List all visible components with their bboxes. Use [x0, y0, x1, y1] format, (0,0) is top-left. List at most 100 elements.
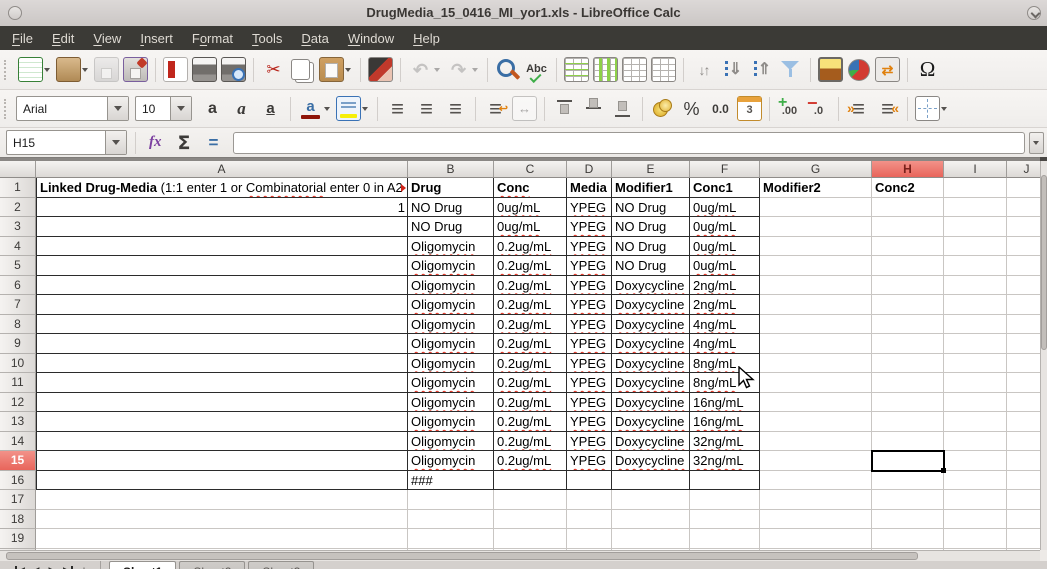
- cell-B18[interactable]: [408, 510, 494, 530]
- cell-D14[interactable]: YPEG: [567, 432, 612, 452]
- wrap-text-icon[interactable]: ≡↩: [482, 95, 509, 122]
- cell-J4[interactable]: [1007, 237, 1040, 257]
- row-header-6[interactable]: 6: [0, 276, 36, 296]
- cell-A1[interactable]: Linked Drug-Media (1:1 enter 1 or Combin…: [36, 178, 408, 198]
- cell-I19[interactable]: [944, 529, 1007, 549]
- cell-J2[interactable]: [1007, 198, 1040, 218]
- cell-C6[interactable]: 0.2ug/mL: [494, 276, 567, 296]
- cell-B9[interactable]: Oligomycin: [408, 334, 494, 354]
- currency-icon[interactable]: [649, 95, 676, 122]
- cell-F16[interactable]: [690, 471, 760, 491]
- cell-H9[interactable]: [872, 334, 944, 354]
- cell-C14[interactable]: 0.2ug/mL: [494, 432, 567, 452]
- cell-H8[interactable]: [872, 315, 944, 335]
- add-decimal-icon[interactable]: .00+: [776, 95, 803, 122]
- row-header-10[interactable]: 10: [0, 354, 36, 374]
- cell-E8[interactable]: Doxycycline: [612, 315, 690, 335]
- row-header-7[interactable]: 7: [0, 295, 36, 315]
- cell-H3[interactable]: [872, 217, 944, 237]
- cell-E2[interactable]: NO Drug: [612, 198, 690, 218]
- cell-A18[interactable]: [36, 510, 408, 530]
- cell-G14[interactable]: [760, 432, 872, 452]
- chart-icon[interactable]: [846, 57, 872, 83]
- menu-window[interactable]: Window: [348, 31, 394, 46]
- cell-F12[interactable]: 16ng/mL: [690, 393, 760, 413]
- row-header-14[interactable]: 14: [0, 432, 36, 452]
- cell-F5[interactable]: 0ug/mL: [690, 256, 760, 276]
- print-icon[interactable]: [191, 56, 218, 83]
- column-header-J[interactable]: J: [1007, 161, 1040, 178]
- cell-J12[interactable]: [1007, 393, 1040, 413]
- cell-E10[interactable]: Doxycycline: [612, 354, 690, 374]
- cell-F19[interactable]: [690, 529, 760, 549]
- formula-icon[interactable]: =: [199, 133, 227, 153]
- row-header-3[interactable]: 3: [0, 217, 36, 237]
- chevron-down-icon[interactable]: [170, 97, 191, 120]
- cell-H5[interactable]: [872, 256, 944, 276]
- cell-A2[interactable]: 1: [36, 198, 408, 218]
- cell-I8[interactable]: [944, 315, 1007, 335]
- cell-D17[interactable]: [567, 490, 612, 510]
- vertical-scrollbar-thumb[interactable]: [1041, 175, 1047, 350]
- column-header-I[interactable]: I: [944, 161, 1007, 178]
- cell-I15[interactable]: [944, 451, 1007, 471]
- align-bottom-icon[interactable]: [609, 95, 636, 122]
- cell-E7[interactable]: Doxycycline: [612, 295, 690, 315]
- cell-J17[interactable]: [1007, 490, 1040, 510]
- chevron-down-icon[interactable]: [433, 57, 442, 82]
- formula-input[interactable]: [233, 132, 1025, 154]
- menu-tools[interactable]: Tools: [252, 31, 282, 46]
- cell-D13[interactable]: YPEG: [567, 412, 612, 432]
- sheet-tab-sheet3[interactable]: Sheet3: [248, 561, 314, 569]
- row-header-9[interactable]: 9: [0, 334, 36, 354]
- cell-I4[interactable]: [944, 237, 1007, 257]
- spelling-icon[interactable]: Abc: [523, 56, 550, 83]
- row-header-4[interactable]: 4: [0, 237, 36, 257]
- cell-D1[interactable]: Media: [567, 178, 612, 198]
- cell-E5[interactable]: NO Drug: [612, 256, 690, 276]
- cell-I16[interactable]: [944, 471, 1007, 491]
- menu-format[interactable]: Format: [192, 31, 233, 46]
- cell-F1[interactable]: Conc1: [690, 178, 760, 198]
- save-as-icon[interactable]: [122, 56, 149, 83]
- cell-D10[interactable]: YPEG: [567, 354, 612, 374]
- cell-B2[interactable]: NO Drug: [408, 198, 494, 218]
- chevron-down-icon[interactable]: [105, 131, 126, 154]
- cell-D5[interactable]: YPEG: [567, 256, 612, 276]
- cell-B1[interactable]: Drug: [408, 178, 494, 198]
- cell-D7[interactable]: YPEG: [567, 295, 612, 315]
- cell-B3[interactable]: NO Drug: [408, 217, 494, 237]
- cell-H18[interactable]: [872, 510, 944, 530]
- cell-B11[interactable]: Oligomycin: [408, 373, 494, 393]
- cell-E17[interactable]: [612, 490, 690, 510]
- menu-view[interactable]: View: [93, 31, 121, 46]
- cell-A11[interactable]: [36, 373, 408, 393]
- cell-C17[interactable]: [494, 490, 567, 510]
- increase-indent-icon[interactable]: ≡»: [845, 95, 872, 122]
- sort-descending-icon[interactable]: ⇑: [748, 56, 775, 83]
- cell-F13[interactable]: 16ng/mL: [690, 412, 760, 432]
- cell-B8[interactable]: Oligomycin: [408, 315, 494, 335]
- cell-J14[interactable]: [1007, 432, 1040, 452]
- cell-C2[interactable]: 0ug/mL: [494, 198, 567, 218]
- cell-B15[interactable]: Oligomycin: [408, 451, 494, 471]
- cell-C4[interactable]: 0.2ug/mL: [494, 237, 567, 257]
- align-center-vertical-icon[interactable]: [580, 95, 607, 122]
- cell-C11[interactable]: 0.2ug/mL: [494, 373, 567, 393]
- cell-H2[interactable]: [872, 198, 944, 218]
- cell-D19[interactable]: [567, 529, 612, 549]
- row-header-1[interactable]: 1: [0, 178, 36, 198]
- cell-G16[interactable]: [760, 471, 872, 491]
- cell-I3[interactable]: [944, 217, 1007, 237]
- font-color-icon[interactable]: a: [297, 95, 333, 122]
- row-header-18[interactable]: 18: [0, 510, 36, 530]
- cell-H19[interactable]: [872, 529, 944, 549]
- sum-icon[interactable]: Σ: [169, 132, 200, 154]
- align-left-icon[interactable]: ≡: [384, 95, 411, 122]
- chevron-down-icon[interactable]: [361, 96, 370, 121]
- cell-E6[interactable]: Doxycycline: [612, 276, 690, 296]
- cell-F10[interactable]: 8ng/mL: [690, 354, 760, 374]
- horizontal-scrollbar-thumb[interactable]: [6, 552, 918, 560]
- align-center-icon[interactable]: ≡: [413, 95, 440, 122]
- cell-A4[interactable]: [36, 237, 408, 257]
